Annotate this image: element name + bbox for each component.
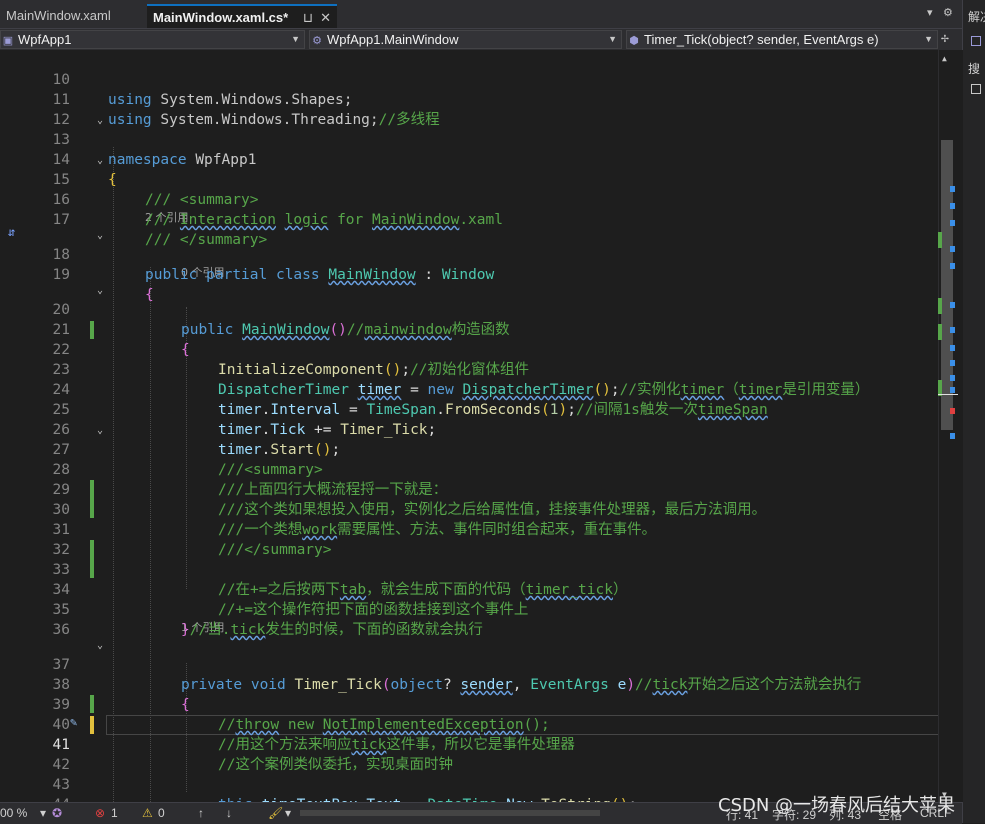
scroll-up-arrow-icon[interactable]: ▲ <box>942 54 947 63</box>
csharp-project-icon: ▣ <box>2 35 14 47</box>
solution-explorer-title: 解决 <box>968 10 985 24</box>
caret-position-marker <box>938 394 958 395</box>
find-marker <box>950 246 955 252</box>
code-line: 34 //+=这个操作符把下面的函数挂接到这个事件上 <box>0 560 938 618</box>
code-line: 18 public partial class MainWindow : Win… <box>0 225 938 283</box>
find-marker <box>950 345 955 351</box>
change-marker <box>938 298 942 314</box>
code-line: 13 namespace WpfApp1 <box>0 110 938 168</box>
document-tab-strip: MainWindow.xaml MainWindow.xaml.cs* ⊔ ✕ … <box>0 0 962 28</box>
change-marker <box>938 324 942 340</box>
pin-tab-icon[interactable]: ⊔ <box>303 6 313 30</box>
chevron-down-icon: ▼ <box>608 34 617 44</box>
find-marker <box>950 203 955 209</box>
tab-label: MainWindow.xaml <box>6 8 111 23</box>
project-dropdown[interactable]: ▣ WpfApp1 ▼ <box>0 30 305 49</box>
error-count[interactable]: 1 <box>111 806 118 820</box>
navigation-bar: ▣ WpfApp1 ▼ ⚙ WpfApp1.MainWindow ▼ ⬢ Timer_… <box>0 28 962 52</box>
code-line: 35 }//当.tick发生的时候，下面的函数就会执行 <box>0 580 938 638</box>
error-icon[interactable]: ⊗ <box>95 806 105 820</box>
warning-icon[interactable]: ⚠ <box>142 806 153 820</box>
warning-count[interactable]: 0 <box>158 806 165 820</box>
code-line: 12 <box>0 90 938 128</box>
code-line: 24 timer.Interval = TimeSpan.FromSeconds… <box>0 360 938 418</box>
tab-mainwindow-xaml-cs[interactable]: MainWindow.xaml.cs* ⊔ ✕ <box>147 4 337 28</box>
find-marker <box>950 302 955 308</box>
find-marker <box>950 327 955 333</box>
code-line: 14 { <box>0 130 938 188</box>
code-line: 29 ///这个类如果想投入使用，实例化之后给属性值，挂接事件处理器，最后方法调… <box>0 460 938 518</box>
code-line: 10 using System.Windows.Shapes; <box>0 50 938 108</box>
class-icon: ⚙ <box>312 35 322 47</box>
code-line: 42 <box>0 735 938 773</box>
error-marker <box>950 408 955 414</box>
chevron-down-icon: ▼ <box>924 34 933 44</box>
code-cleanup-brush-icon[interactable]: 🖌 <box>268 806 283 820</box>
code-line: 21 { <box>0 300 938 358</box>
chevron-down-icon: ▼ <box>291 34 300 44</box>
find-marker <box>950 220 955 226</box>
code-line: 31 ///</summary> <box>0 500 938 558</box>
tab-label: MainWindow.xaml.cs* <box>153 10 289 25</box>
code-line: 30 ///一个类想work需要属性、方法、事件同时组合起来，重在事件。 <box>0 480 938 538</box>
intellicode-icon[interactable]: ✪ <box>52 806 62 820</box>
code-line: 20 public MainWindow()//mainwindow构造函数 <box>0 280 938 338</box>
solution-search-label[interactable]: 搜 <box>968 60 980 77</box>
code-line: 43 this.timeTextBox.Text = DateTime.Now.… <box>0 755 938 802</box>
code-line: 26 timer.Start(); <box>0 400 938 458</box>
code-line: 15 /// <summary> <box>0 150 938 208</box>
code-line: 22 InitializeComponent();//初始化窗体组件 <box>0 320 938 378</box>
code-line: 17 /// </summary> <box>0 190 938 248</box>
code-line: 28 ///上面四行大概流程捋一下就是： <box>0 440 938 498</box>
settings-gear-icon[interactable]: ⚙ <box>943 6 953 19</box>
code-line: 37 private void Timer_Tick(object? sende… <box>0 635 938 693</box>
find-marker <box>950 433 955 439</box>
change-marker <box>938 232 942 248</box>
tree-item-icon[interactable] <box>971 84 981 94</box>
code-line: 27 ///<summary> <box>0 420 938 478</box>
horizontal-scrollbar[interactable] <box>300 810 600 816</box>
code-line: 33 //在+=之后按两下tab，就会生成下面的代码（timer_tick） <box>0 540 938 598</box>
project-label: WpfApp1 <box>18 32 72 47</box>
code-line: 38 { <box>0 655 938 713</box>
member-label: Timer_Tick(object? sender, EventArgs e) <box>644 32 879 47</box>
code-line: 32 <box>0 520 938 558</box>
code-line: 39 //throw new NotImplementedException()… <box>0 675 938 733</box>
find-marker <box>950 387 955 393</box>
find-marker <box>950 375 955 381</box>
solution-explorer-panel: 解决 搜 <box>962 0 985 823</box>
code-line: 16 /// Interaction logic for MainWindow.… <box>0 170 938 228</box>
code-line: 41 //这个案例类似委托，实现桌面时钟 <box>0 715 938 773</box>
chevron-down-icon[interactable]: ▾ <box>285 806 291 820</box>
code-editor[interactable]: 2 个引用 0 个引用 1 个引用 ⇵ ✎ ⌄ ⌄ ⌄ ⌄ ⌄ ⌄ 10 usi… <box>0 50 938 802</box>
tab-mainwindow-xaml[interactable]: MainWindow.xaml <box>0 4 145 28</box>
tab-list-dropdown-icon[interactable]: ▾ <box>927 6 933 19</box>
code-line: 19 { <box>0 245 938 303</box>
find-marker <box>950 263 955 269</box>
class-label: WpfApp1.MainWindow <box>327 32 459 47</box>
find-marker <box>950 360 955 366</box>
zoom-level[interactable]: 00 % <box>0 806 27 820</box>
method-icon: ⬢ <box>629 35 639 47</box>
code-line: 25 timer.Tick += Timer_Tick; <box>0 380 938 438</box>
previous-issue-arrow-icon[interactable]: ↑ <box>198 806 204 820</box>
code-line: 40 //用这个方法来响应tick这件事，所以它是事件处理器 <box>0 695 938 753</box>
split-editor-icon[interactable]: ✢ <box>941 31 949 46</box>
code-line: 11 using System.Windows.Threading;//多线程 <box>0 70 938 128</box>
code-line: 23 DispatcherTimer timer = new Dispatche… <box>0 340 938 398</box>
chevron-down-icon[interactable]: ▾ <box>40 806 46 820</box>
class-dropdown[interactable]: ⚙ WpfApp1.MainWindow ▼ <box>309 30 622 49</box>
watermark-text: CSDN @一场春风后结大苹果 <box>718 795 956 816</box>
member-dropdown[interactable]: ⬢ Timer_Tick(object? sender, EventArgs e)… <box>626 30 938 49</box>
code-line: 36 <box>0 600 938 638</box>
close-tab-icon[interactable]: ✕ <box>320 6 331 30</box>
toolbar-icon[interactable] <box>971 36 981 46</box>
next-issue-arrow-icon[interactable]: ↓ <box>226 806 232 820</box>
find-marker <box>950 186 955 192</box>
